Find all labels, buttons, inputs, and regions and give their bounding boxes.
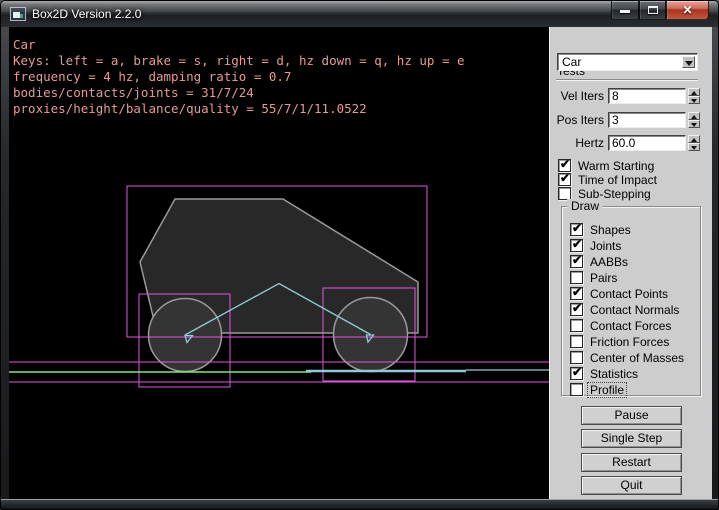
pause-button[interactable]: Pause	[581, 406, 682, 425]
draw-group-label: Draw	[567, 199, 603, 213]
check-icon: ✔	[572, 221, 582, 235]
pos-iters-row: Pos Iters	[550, 112, 713, 128]
app-window: Box2D Version 2.2.0 ✕	[0, 0, 719, 510]
minimize-button[interactable]	[611, 1, 639, 20]
check-icon: ✔	[560, 171, 570, 185]
stats-proxies-text: proxies/height/balance/quality = 55/7/1/…	[13, 101, 367, 116]
control-panel: Tests Car Vel Iters Pos Iters	[549, 27, 712, 499]
checkbox-label: Contact Forces	[588, 319, 673, 333]
simulation-canvas[interactable]: Car Keys: left = a, brake = s, right = d…	[9, 27, 549, 499]
check-icon: ✔	[572, 285, 582, 299]
arrow-up-icon	[691, 115, 697, 119]
checkbox-box: ✔	[570, 223, 583, 236]
checkbox-label: Shapes	[588, 223, 633, 237]
checkbox-label: Pairs	[588, 271, 619, 285]
close-button[interactable]: ✕	[666, 1, 709, 20]
checkbox-box: ✔	[570, 303, 583, 316]
frequency-text: frequency = 4 hz, damping ratio = 0.7	[13, 69, 291, 84]
checkbox-box: ✔	[570, 287, 583, 300]
keys-help-text: Keys: left = a, brake = s, right = d, hz…	[13, 53, 465, 68]
check-icon: ✔	[572, 253, 582, 267]
app-icon	[10, 7, 26, 21]
maximize-button[interactable]	[639, 1, 666, 20]
test-name-text: Car	[13, 37, 36, 52]
checkbox-label: Statistics	[588, 367, 640, 381]
arrow-up-icon	[691, 91, 697, 95]
checkbox-box: ✔	[570, 383, 583, 396]
checkbox-label: Contact Points	[588, 287, 670, 301]
window-titlebar[interactable]: Box2D Version 2.2.0 ✕	[1, 1, 719, 27]
quit-button[interactable]: Quit	[581, 476, 682, 495]
arrow-down-icon	[691, 123, 697, 127]
tests-dropdown[interactable]: Car	[557, 53, 698, 71]
chevron-down-icon	[685, 61, 693, 66]
window-title: Box2D Version 2.2.0	[32, 7, 141, 21]
spinner-down-button[interactable]	[688, 120, 700, 128]
checkbox-label: Joints	[588, 239, 623, 253]
hertz-spinner	[688, 135, 700, 151]
checkbox-box: ✔	[570, 351, 583, 364]
restart-button[interactable]: Restart	[581, 453, 682, 472]
spinner-up-button[interactable]	[688, 112, 700, 120]
checkbox-box: ✔	[570, 271, 583, 284]
window-bottom-frame	[1, 499, 719, 510]
close-icon: ✕	[667, 3, 708, 17]
hertz-input[interactable]	[608, 135, 686, 151]
spinner-up-button[interactable]	[688, 88, 700, 96]
arrow-down-icon	[691, 146, 697, 150]
checkbox-label: Friction Forces	[588, 335, 671, 349]
checkbox-label: Contact Normals	[588, 303, 681, 317]
arrow-up-icon	[691, 138, 697, 142]
minimize-icon	[620, 10, 630, 13]
check-icon: ✔	[560, 157, 570, 171]
pos-iters-input[interactable]	[608, 112, 686, 128]
spinner-down-button[interactable]	[688, 143, 700, 151]
checkbox-box: ✔	[570, 335, 583, 348]
maximize-icon	[648, 6, 658, 14]
single-step-button[interactable]: Single Step	[581, 429, 682, 448]
checkbox-box: ✔	[570, 239, 583, 252]
vel-iters-input[interactable]	[608, 88, 686, 104]
check-icon: ✔	[572, 301, 582, 315]
checkbox-label: Profile	[588, 383, 626, 397]
arrow-down-icon	[691, 99, 697, 103]
check-icon: ✔	[572, 237, 582, 251]
checkbox-box: ✔	[570, 367, 583, 380]
stats-bodies-text: bodies/contacts/joints = 31/7/24	[13, 85, 254, 100]
pos-iters-spinner	[688, 112, 700, 128]
vel-iters-row: Vel Iters	[550, 88, 713, 104]
checkbox-box: ✔	[558, 173, 571, 186]
tests-dropdown-value: Car	[562, 55, 581, 69]
checkbox-box: ✔	[570, 255, 583, 268]
checkbox-label: Center of Masses	[588, 351, 686, 365]
vel-iters-label: Vel Iters	[550, 89, 604, 103]
hertz-label: Hertz	[550, 136, 604, 150]
checkbox-label: Time of Impact	[576, 173, 659, 187]
check-icon: ✔	[572, 365, 582, 379]
separator	[556, 79, 698, 81]
hertz-row: Hertz	[550, 135, 713, 151]
dropdown-arrow-button[interactable]	[682, 56, 695, 68]
checkbox-box: ✔	[570, 319, 583, 332]
checkbox-label: AABBs	[588, 255, 630, 269]
spinner-up-button[interactable]	[688, 135, 700, 143]
pos-iters-label: Pos Iters	[550, 113, 604, 127]
vel-iters-spinner	[688, 88, 700, 104]
checkbox-label: Warm Starting	[576, 159, 656, 173]
spinner-down-button[interactable]	[688, 96, 700, 104]
